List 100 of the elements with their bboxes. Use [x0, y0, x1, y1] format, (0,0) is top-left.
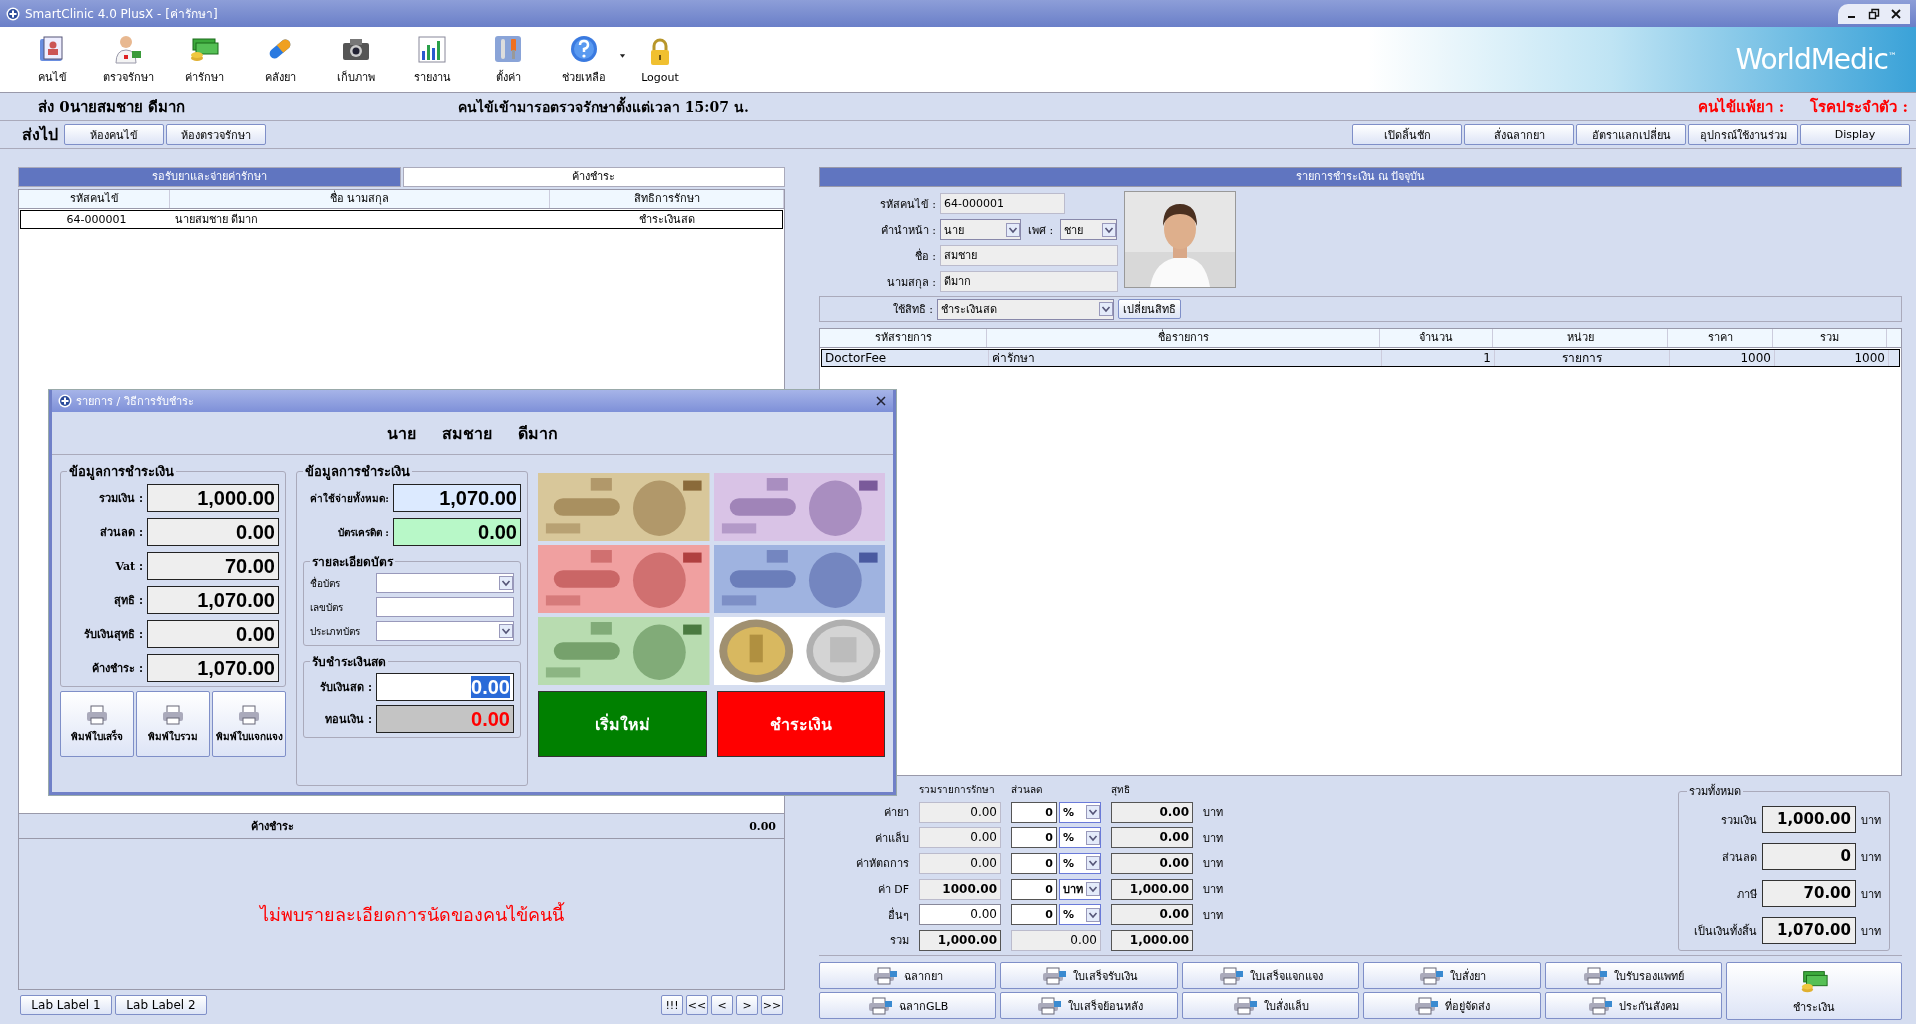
unit-dropdown[interactable]: % — [1059, 801, 1101, 823]
print-button[interactable]: ที่อยู่จัดส่ง — [1363, 992, 1541, 1019]
close-icon[interactable] — [875, 395, 887, 407]
patient-heading: ส่ง 0นายสมชาย ดีมาก — [38, 96, 186, 118]
field-label: ค่าใช้จ่ายทั้งหมด: — [309, 490, 389, 506]
input-field[interactable] — [376, 597, 514, 617]
toolbar-button[interactable]: ค่ารักษา — [166, 27, 242, 92]
action-button[interactable]: เริ่มใหม่ — [538, 691, 707, 757]
navigation-button[interactable]: << — [686, 995, 708, 1015]
unit-dropdown[interactable]: % — [1059, 852, 1101, 874]
table-cell: 1000 — [1670, 350, 1775, 366]
app-icon — [58, 394, 72, 408]
restore-icon[interactable] — [1868, 7, 1880, 20]
change-right-button[interactable]: เปลี่ยนสิทธิ — [1118, 299, 1181, 319]
caret-icon[interactable] — [619, 53, 626, 59]
field-label: ค้างชำระ : — [91, 661, 143, 677]
discount-field[interactable]: 0 — [1011, 878, 1057, 900]
toolbar-button[interactable]: เก็บภาพ — [318, 27, 394, 92]
action-button[interactable]: ชำระเงิน — [716, 691, 885, 757]
dropdown[interactable] — [376, 573, 514, 593]
field-label: ส่วนลด — [1721, 849, 1757, 866]
table-cell: 1000 — [1775, 350, 1889, 366]
print-button[interactable]: ใบสั่งยา — [1363, 962, 1541, 989]
action-button[interactable]: Display — [1800, 124, 1910, 145]
print-button[interactable]: พิมพ์ใบแจกแจง — [212, 691, 286, 757]
lab-label-button[interactable]: Lab Label 1 — [20, 995, 112, 1015]
credit-card-field[interactable]: 0.00 — [393, 518, 521, 546]
discount-field[interactable]: 0 — [1011, 801, 1057, 823]
toolbar-button[interactable]: คนไข้ — [14, 27, 90, 92]
print-button[interactable]: ฉลากGLB — [819, 992, 997, 1019]
action-button[interactable]: เปิดลิ้นชัก — [1352, 124, 1462, 145]
total-field: 1,000.00 — [1111, 929, 1193, 951]
print-button[interactable]: ใบสั่งแล็บ — [1181, 992, 1360, 1019]
field-label: Vat : — [114, 559, 143, 573]
action-button[interactable]: อุปกรณ์ใช้งานร่วม — [1688, 124, 1798, 145]
printer-icon — [1587, 996, 1614, 1015]
navigation-button[interactable]: >> — [761, 995, 783, 1015]
table-cell-text: นายสมชาย ดีมาก — [174, 212, 260, 228]
dropdown[interactable]: ชำระเงินสด — [937, 298, 1114, 320]
column-header: รหัสรายการ — [820, 329, 987, 347]
toolbar-button[interactable]: ตั้งค่า — [470, 27, 546, 92]
column-header: ส่วนลด — [1011, 783, 1043, 798]
navigation-button[interactable]: < — [711, 995, 733, 1015]
amount-field: 1,070.00 — [393, 484, 521, 512]
unit-dropdown[interactable]: บาท — [1059, 878, 1101, 900]
amount-field: 70.00 — [1762, 880, 1856, 907]
table-row[interactable]: DoctorFee ค่ารักษา 1 รายการ 1000 1000 — [821, 349, 1900, 367]
print-button[interactable]: ใบเสร็จรับเงิน — [1000, 962, 1178, 989]
table-row[interactable]: 64-000001 นายสมชาย ดีมาก ชำระเงินสด — [20, 210, 783, 229]
input-field[interactable]: 64-000001 — [940, 193, 1065, 214]
group-title: ข้อมูลการชำระเงิน — [304, 463, 411, 482]
field-label: ค่าแล็บ — [874, 830, 909, 847]
tab[interactable]: รอรับยาและจ่ายค่ารักษา — [18, 167, 401, 187]
unit-dropdown[interactable]: % — [1059, 827, 1101, 849]
print-button[interactable]: พิมพ์ใบเสร็จ — [60, 691, 134, 757]
amount-field: 1,070.00 — [147, 586, 279, 614]
unit-dropdown[interactable]: % — [1059, 904, 1101, 926]
dropdown[interactable]: นาย — [940, 219, 1021, 240]
print-button[interactable]: ใบเสร็จแจกแจง — [1181, 962, 1360, 989]
close-icon[interactable] — [1890, 7, 1902, 20]
cash-input-field[interactable]: 0.00 — [376, 673, 514, 701]
amount-field[interactable]: 0.00 — [919, 904, 1001, 926]
amount-field: 0.00 — [919, 801, 1001, 823]
input-field[interactable]: ดีมาก — [940, 271, 1118, 292]
dialog-title: รายการ / วิธีการรับชำระ — [76, 394, 194, 410]
print-button[interactable]: พิมพ์ใบรวม — [136, 691, 210, 757]
toolbar-button[interactable]: Logout — [622, 27, 698, 92]
printer-icon — [1035, 996, 1062, 1015]
field-label: รวมเงิน — [1720, 812, 1757, 829]
navigation-button[interactable]: !!! — [661, 995, 683, 1015]
print-button[interactable]: ประกันสังคม — [1544, 992, 1722, 1019]
toolbar-button[interactable]: ช่วยเหลือ — [546, 27, 622, 92]
send-to-button[interactable]: ห้องคนไข้ — [64, 124, 164, 145]
toolbar-button[interactable]: คลังยา — [242, 27, 318, 92]
lab-label-button[interactable]: Lab Label 2 — [115, 995, 207, 1015]
pay-button[interactable]: ชำระเงิน — [1726, 962, 1902, 1020]
dropdown[interactable]: ชาย — [1060, 219, 1118, 240]
action-button[interactable]: สั่งฉลากยา — [1464, 124, 1574, 145]
total-field: 0.00 — [1011, 929, 1101, 951]
navigation-button[interactable]: > — [736, 995, 758, 1015]
discount-field[interactable]: 0 — [1011, 904, 1057, 926]
printer-icon — [1040, 966, 1067, 985]
field-label: รับเงินสด : — [319, 680, 372, 696]
discount-field[interactable]: 0 — [1011, 827, 1057, 849]
send-to-button[interactable]: ห้องตรวจรักษา — [166, 124, 266, 145]
toolbar-button[interactable]: ตรวจรักษา — [90, 27, 166, 92]
action-button[interactable]: อัตราแลกเปลี่ยน — [1576, 124, 1686, 145]
dropdown[interactable] — [376, 621, 514, 641]
print-button[interactable]: ใบรับรองแพทย์ — [1544, 962, 1722, 989]
input-field[interactable]: สมชาย — [940, 245, 1118, 266]
column-header: ชื่อ นามสกุล — [170, 190, 550, 208]
print-button[interactable]: ใบเสร็จย้อนหลัง — [1000, 992, 1178, 1019]
toolbar-button[interactable]: รายงาน — [394, 27, 470, 92]
tab[interactable]: ค้างชำระ — [402, 167, 785, 187]
field-label: นามสกุล : — [885, 274, 936, 291]
print-button[interactable]: ฉลากยา — [819, 962, 997, 989]
doctor-icon — [112, 33, 144, 65]
waiting-time-text: คนไข้เข้ามารอตรวจรักษาตั้งแต่เวลา 15:07 น. — [458, 95, 750, 117]
discount-field[interactable]: 0 — [1011, 852, 1057, 874]
group-title: รวมทั้งหมด — [1688, 783, 1742, 800]
